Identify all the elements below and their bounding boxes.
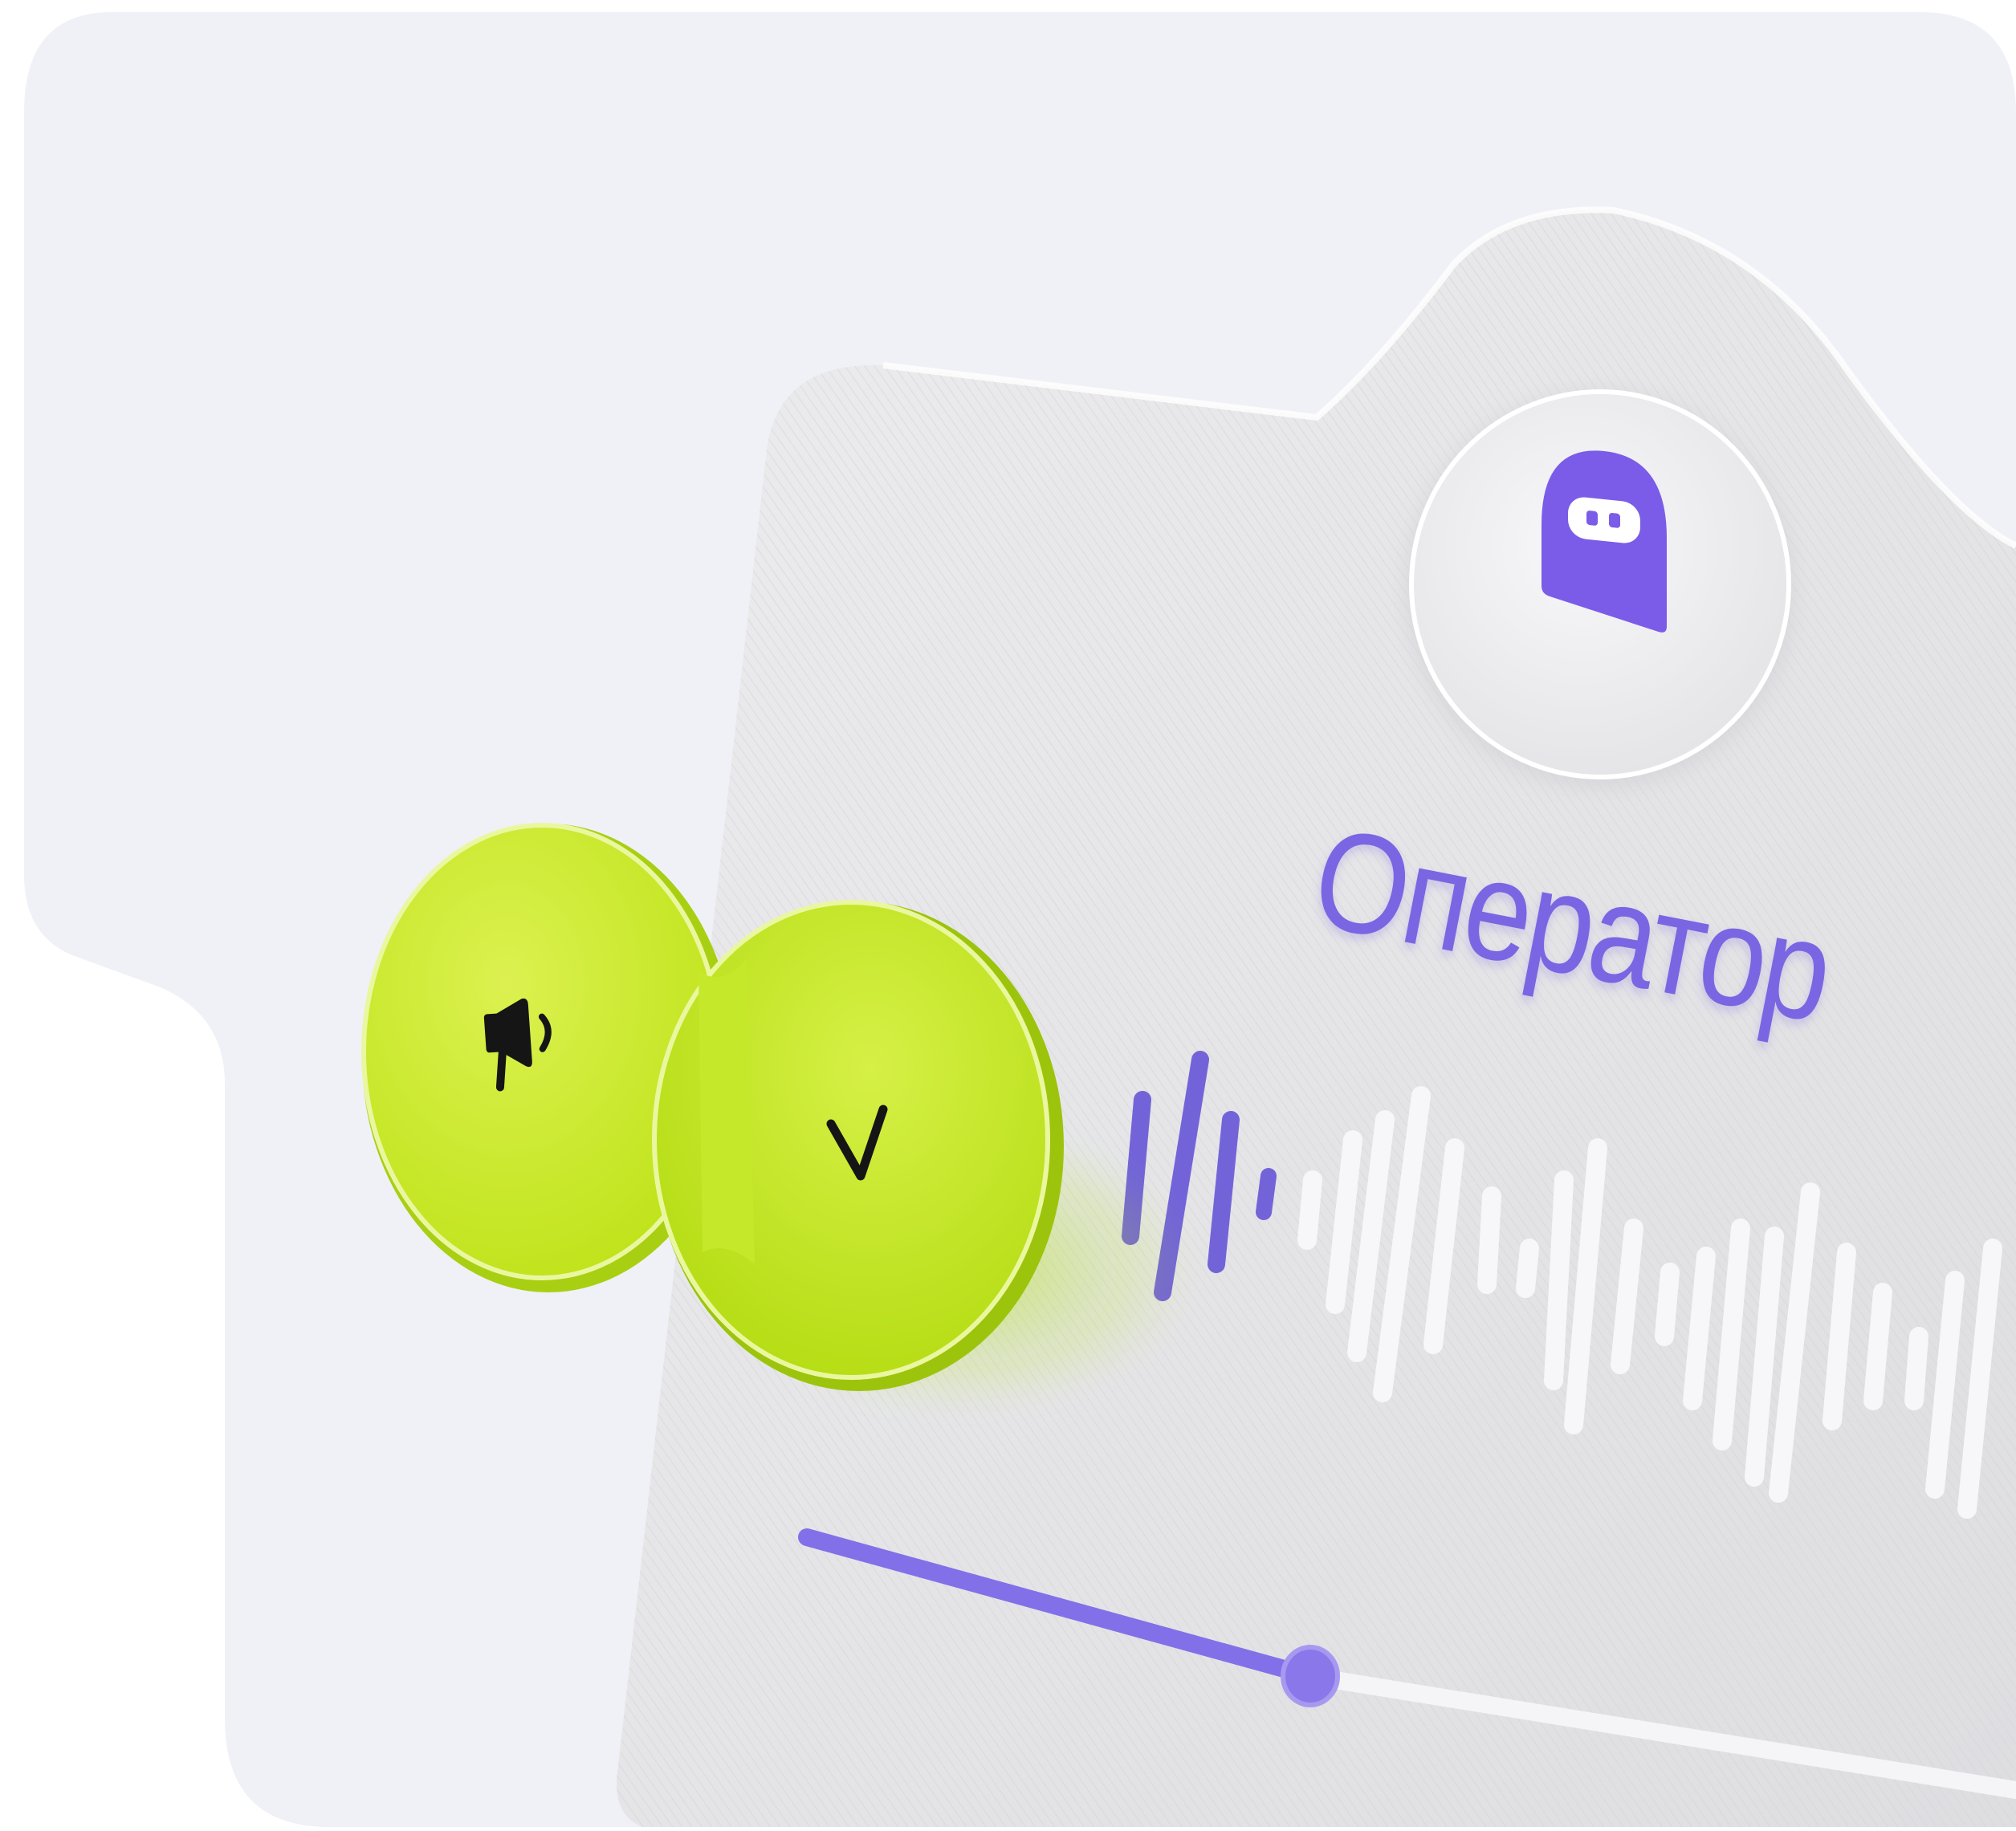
buttons-bridge <box>698 959 755 1264</box>
slider-thumb[interactable] <box>1281 1645 1340 1707</box>
scene: Оператор <box>0 0 2016 1827</box>
